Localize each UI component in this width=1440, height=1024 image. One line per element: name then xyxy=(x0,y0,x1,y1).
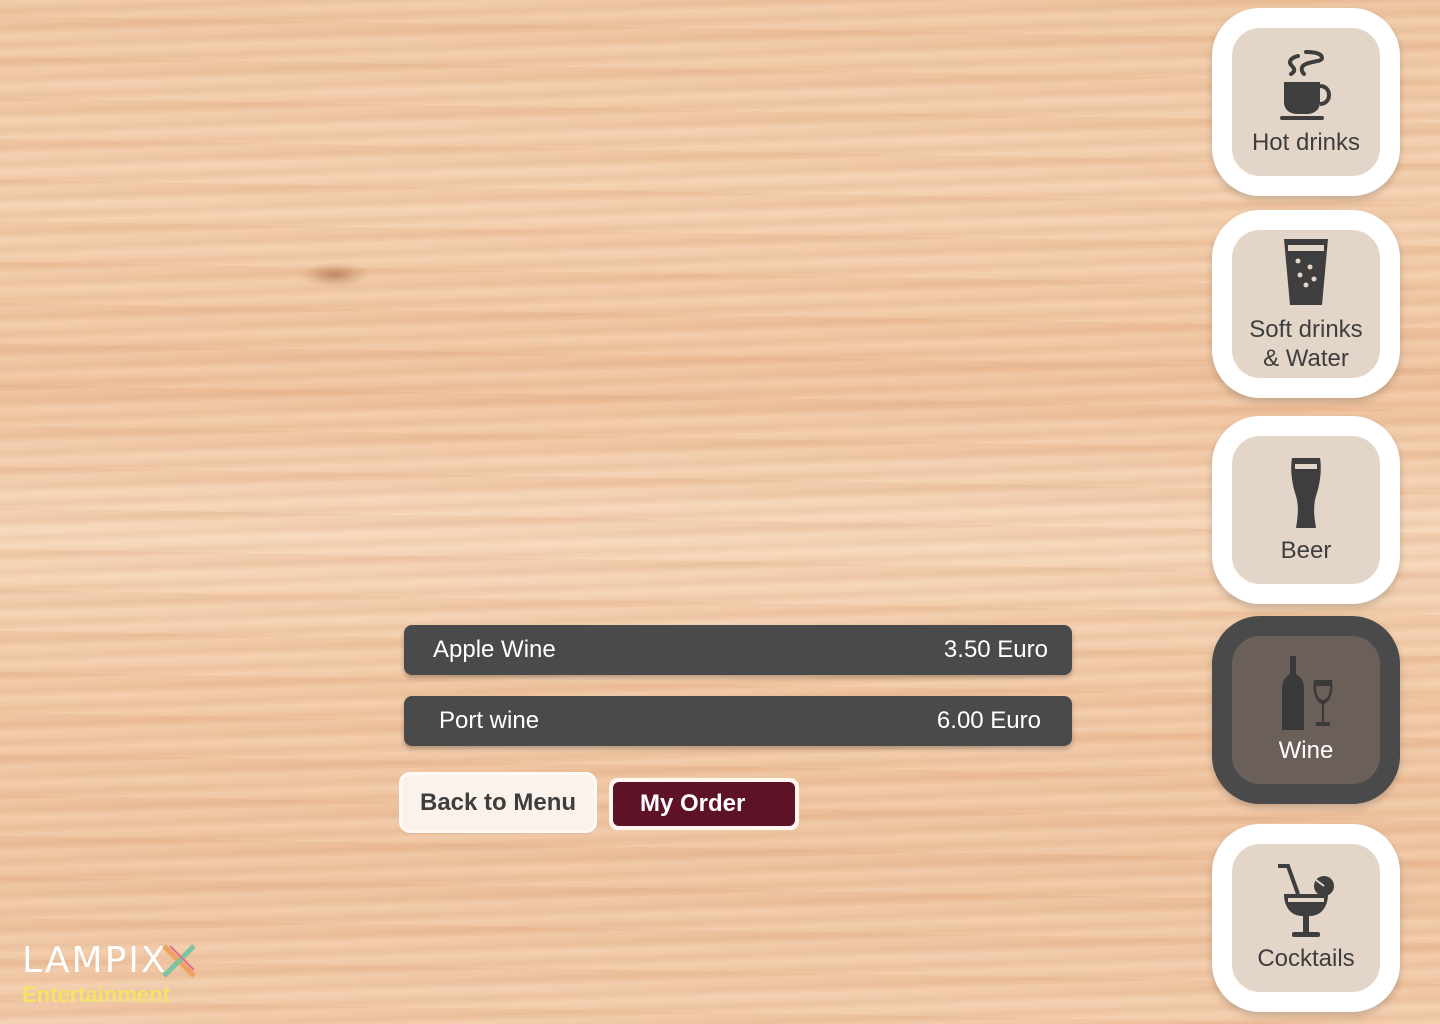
category-hot-drinks-inner: Hot drinks xyxy=(1232,28,1380,176)
menu-item-name: Port wine xyxy=(439,707,540,734)
cocktail-glass-icon xyxy=(1276,863,1336,938)
my-order-button[interactable]: My Order xyxy=(609,778,799,830)
logo-wordmark: LAMPIX xyxy=(22,940,168,981)
menu-item-name: Apple Wine xyxy=(433,636,556,663)
wood-knot xyxy=(300,262,370,288)
category-hot-drinks-button[interactable]: Hot drinks xyxy=(1212,8,1400,196)
category-soft-drinks-button[interactable]: Soft drinks & Water xyxy=(1212,210,1400,398)
wine-bottle-glass-icon xyxy=(1276,655,1336,730)
back-to-menu-button[interactable]: Back to Menu xyxy=(402,775,594,830)
menu-item-price: 6.00 Euro xyxy=(936,707,1041,734)
category-label: Soft drinks & Water xyxy=(1249,316,1363,372)
category-cocktails-button[interactable]: Cocktails xyxy=(1212,824,1400,1012)
category-cocktails-inner: Cocktails xyxy=(1232,844,1380,992)
menu-item-apple-wine[interactable]: Apple Wine 3.50 Euro xyxy=(404,625,1072,675)
logo-subtitle: Entertainment xyxy=(22,982,170,1007)
category-beer-inner: Beer xyxy=(1232,436,1380,584)
my-order-label: My Order xyxy=(613,782,795,826)
logo-x-mark-icon xyxy=(160,942,198,980)
coffee-cup-icon xyxy=(1276,48,1336,122)
water-glass-icon xyxy=(1276,235,1336,309)
category-soft-drinks-inner: Soft drinks & Water xyxy=(1232,230,1380,378)
menu-item-price: 3.50 Euro xyxy=(943,636,1048,663)
category-label: Wine xyxy=(1278,736,1334,764)
category-beer-button[interactable]: Beer xyxy=(1212,416,1400,604)
beer-glass-icon xyxy=(1276,456,1336,530)
category-label: Cocktails xyxy=(1257,944,1355,972)
category-label: Hot drinks xyxy=(1251,128,1361,156)
menu-item-port-wine[interactable]: Port wine 6.00 Euro xyxy=(404,696,1072,746)
category-label: Beer xyxy=(1280,536,1332,564)
lampix-logo: LAMPIX Entertainment xyxy=(22,940,212,1010)
category-wine-button[interactable]: Wine xyxy=(1212,616,1400,804)
category-wine-inner: Wine xyxy=(1232,636,1380,784)
